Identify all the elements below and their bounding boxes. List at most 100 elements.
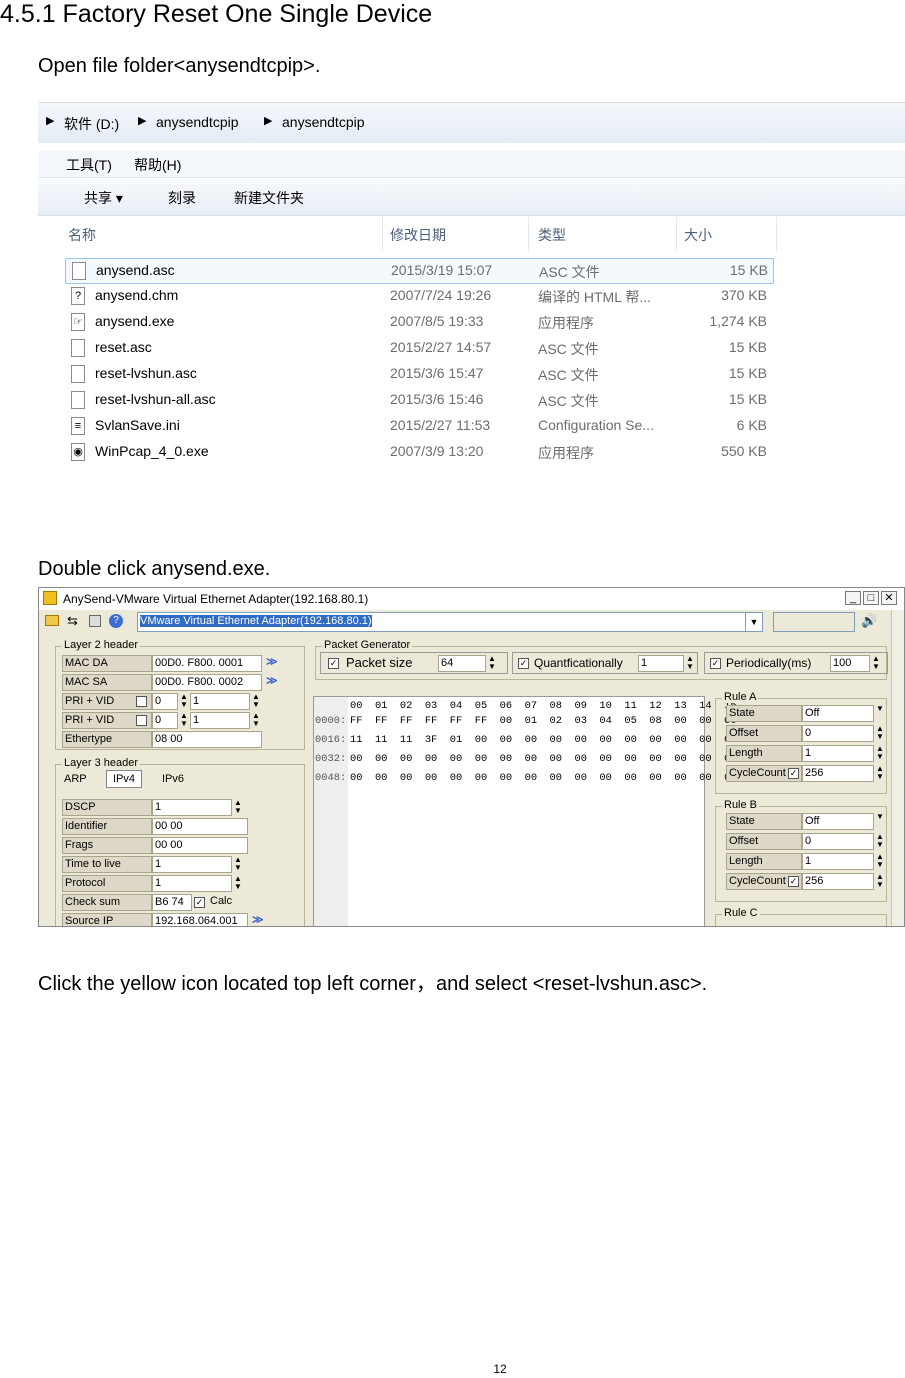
share-button[interactable]: 共享 ▾ (84, 188, 123, 208)
checksum-field[interactable]: B6 74 (152, 894, 192, 911)
spin-icon[interactable]: ▲ ▼ (874, 745, 886, 762)
file-name: anysend.exe (95, 313, 175, 329)
rule-cycle-field[interactable]: 256 (802, 873, 874, 890)
tab-arp[interactable]: ARP (64, 773, 87, 785)
spin-icon[interactable]: ▲ ▼ (870, 655, 882, 672)
rule-offset-field[interactable]: 0 (802, 833, 874, 850)
packet-size-field[interactable]: 64 (438, 655, 486, 672)
help-icon[interactable]: ? (109, 614, 123, 628)
expand-icon[interactable]: ≫ (252, 913, 264, 926)
ethertype-label: Ethertype (62, 731, 152, 748)
file-row[interactable]: anysend.asc 2015/3/19 15:07 ASC 文件 15 KB (65, 258, 774, 284)
cycle-checkbox[interactable]: ✓ (788, 876, 799, 887)
expand-icon[interactable]: ≫ (266, 655, 278, 668)
ethertype-field[interactable]: 08 00 (152, 731, 262, 748)
hex-row[interactable]: FF FF FF FF FF FF 00 01 02 03 04 05 08 0… (350, 715, 737, 727)
send-icon[interactable]: ⇆ (67, 613, 78, 629)
breadcrumb-drive[interactable]: 软件 (D:) (64, 114, 119, 134)
spin-icon[interactable]: ▲ ▼ (232, 856, 244, 873)
period-checkbox[interactable]: ✓ (710, 658, 721, 669)
file-row[interactable]: ◉ WinPcap_4_0.exe 2007/3/9 13:20 应用程序 550 KB (65, 440, 772, 464)
spin-icon[interactable]: ▲ ▼ (874, 833, 886, 850)
layer3-label: Layer 3 header (62, 757, 140, 769)
quant-checkbox[interactable]: ✓ (518, 658, 529, 669)
menu-tools[interactable]: 工具(T) (66, 155, 112, 175)
vid-field[interactable]: 1 (190, 712, 250, 729)
burn-button[interactable]: 刻录 (168, 188, 196, 208)
hex-editor[interactable]: 00 01 02 03 04 05 06 07 08 09 10 11 12 1… (313, 696, 737, 926)
scrollbar[interactable] (891, 610, 904, 926)
hex-row[interactable]: 00 00 00 00 00 00 00 00 00 00 00 00 00 0… (350, 753, 737, 765)
rule-offset-field[interactable]: 0 (802, 725, 874, 742)
chevron-down-icon[interactable]: ▼ (745, 612, 763, 632)
new-folder-button[interactable]: 新建文件夹 (234, 188, 304, 208)
rule-cycle-field[interactable]: 256 (802, 765, 874, 782)
open-folder-icon[interactable] (45, 615, 59, 626)
mac-sa-field[interactable]: 00D0. F800. 0002 (152, 674, 262, 691)
spin-icon[interactable]: ▲ ▼ (486, 655, 498, 672)
file-row[interactable]: ☞ anysend.exe 2007/8/5 19:33 应用程序 1,274 KB (65, 310, 772, 334)
pri-field[interactable]: 0 (152, 693, 178, 710)
save-icon[interactable] (89, 615, 101, 627)
protocol-field[interactable]: 1 (152, 875, 232, 892)
pri-vid-checkbox[interactable] (136, 715, 147, 726)
spin-icon[interactable]: ▲ ▼ (874, 873, 886, 890)
source-ip-field[interactable]: 192.168.064.001 (152, 913, 248, 926)
vid-field[interactable]: 1 (190, 693, 250, 710)
spin-icon[interactable]: ▲ ▼ (250, 712, 262, 729)
rule-length-field[interactable]: 1 (802, 745, 874, 762)
mac-da-field[interactable]: 00D0. F800. 0001 (152, 655, 262, 672)
file-row[interactable]: reset-lvshun.asc 2015/3/6 15:47 ASC 文件 15 K… (65, 362, 772, 386)
ttl-field[interactable]: 1 (152, 856, 232, 873)
dscp-field[interactable]: 1 (152, 799, 232, 816)
spin-icon[interactable]: ▲ ▼ (178, 693, 190, 710)
spin-icon[interactable]: ▲ ▼ (684, 655, 696, 672)
hex-row[interactable]: 00 00 00 00 00 00 00 00 00 00 00 00 00 0… (350, 772, 737, 784)
column-name[interactable]: 名称 (68, 225, 96, 245)
spin-icon[interactable]: ▲ ▼ (178, 712, 190, 729)
quant-field[interactable]: 1 (638, 655, 684, 672)
chevron-down-icon[interactable]: ▼ (874, 813, 886, 830)
spin-icon[interactable]: ▲ ▼ (874, 853, 886, 870)
adapter-select[interactable]: VMware Virtual Ethernet Adapter(192.168.… (137, 612, 753, 632)
identifier-field[interactable]: 00 00 (152, 818, 248, 835)
spin-icon[interactable]: ▲ ▼ (250, 693, 262, 710)
minimize-button[interactable]: _ (845, 591, 861, 605)
rule-state-select[interactable]: Off (802, 813, 874, 830)
file-row[interactable]: reset-lvshun-all.asc 2015/3/6 15:46 ASC 文件… (65, 388, 772, 412)
spin-icon[interactable]: ▲ ▼ (874, 725, 886, 742)
explorer-toolbar: 共享 ▾ 刻录 新建文件夹 (38, 179, 905, 216)
tab-ipv4[interactable]: IPv4 (106, 770, 143, 788)
tab-ipv6[interactable]: IPv6 (162, 773, 184, 785)
calc-checkbox[interactable]: ✓ (194, 897, 205, 908)
packet-size-checkbox[interactable]: ✓ (328, 658, 339, 669)
spin-icon[interactable]: ▲ ▼ (232, 875, 244, 892)
spin-icon[interactable]: ▲ ▼ (874, 765, 886, 782)
breadcrumb-subfolder[interactable]: anysendtcpip (282, 114, 365, 130)
speaker-icon[interactable]: 🔊 (861, 613, 877, 629)
column-type[interactable]: 类型 (538, 225, 566, 245)
file-row[interactable]: reset.asc 2015/2/27 14:57 ASC 文件 15 KB (65, 336, 772, 360)
pri-field[interactable]: 0 (152, 712, 178, 729)
frags-field[interactable]: 00 00 (152, 837, 248, 854)
expand-icon[interactable]: ≫ (266, 674, 278, 687)
file-row[interactable]: ≡ SvlanSave.ini 2015/2/27 11:53 Configurati… (65, 414, 772, 438)
rule-length-field[interactable]: 1 (802, 853, 874, 870)
breadcrumb-folder[interactable]: anysendtcpip (156, 114, 239, 130)
cycle-checkbox[interactable]: ✓ (788, 768, 799, 779)
spin-icon[interactable]: ▲ ▼ (232, 799, 244, 816)
pri-vid-checkbox[interactable] (136, 696, 147, 707)
chevron-down-icon[interactable]: ▼ (874, 705, 886, 722)
hex-row[interactable]: 11 11 11 3F 01 00 00 00 00 00 00 00 00 0… (350, 734, 737, 746)
column-size[interactable]: 大小 (684, 225, 712, 245)
file-date: 2015/3/19 15:07 (391, 262, 493, 278)
adapter-button[interactable] (773, 612, 855, 632)
address-bar[interactable]: ▶ 软件 (D:) ▶ anysendtcpip ▶ anysendtcpip (38, 103, 905, 143)
period-field[interactable]: 100 (830, 655, 870, 672)
rule-state-select[interactable]: Off (802, 705, 874, 722)
maximize-button[interactable]: □ (863, 591, 879, 605)
file-row[interactable]: ? anysend.chm 2007/7/24 19:26 编译的 HTML 帮...… (65, 284, 772, 308)
menu-help[interactable]: 帮助(H) (134, 155, 181, 175)
column-date[interactable]: 修改日期 (390, 225, 446, 245)
close-button[interactable]: ✕ (881, 591, 897, 605)
